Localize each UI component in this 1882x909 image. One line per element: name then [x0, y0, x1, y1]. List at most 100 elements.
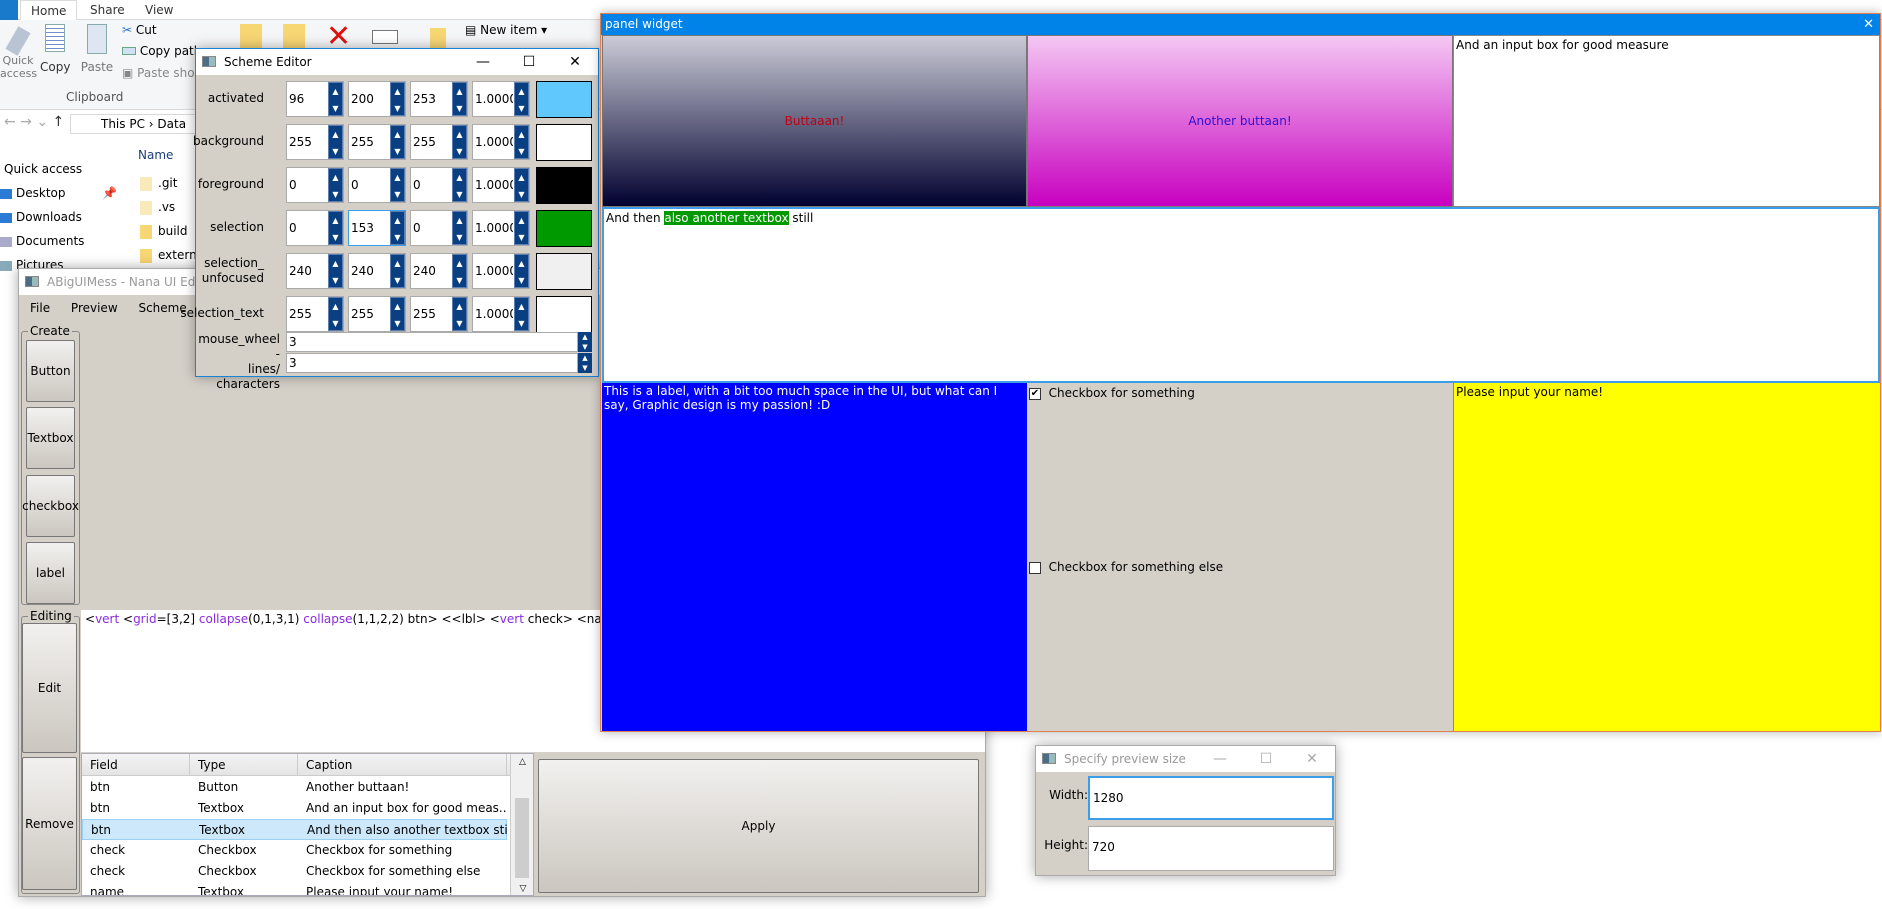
- close-icon[interactable]: ✕: [1863, 14, 1874, 35]
- spin-up-icon[interactable]: ▲: [391, 255, 404, 272]
- spinbox-a[interactable]: 1.000000▲▼: [472, 124, 530, 160]
- spinbox-g[interactable]: 153 ▲ ▼: [348, 210, 406, 246]
- spinbox-r[interactable]: 255 ▲ ▼: [286, 296, 344, 332]
- spin-down-icon[interactable]: ▼: [515, 186, 528, 203]
- spin-down-icon[interactable]: ▼: [391, 272, 404, 289]
- spinbox-b[interactable]: 255 ▲ ▼: [410, 296, 468, 332]
- spin-up-icon[interactable]: ▲: [329, 255, 342, 272]
- spin-arrows-icon[interactable]: ▲ ▼: [390, 82, 405, 116]
- spin-up-icon[interactable]: ▲: [515, 212, 528, 229]
- spin-down-icon[interactable]: ▼: [329, 100, 342, 117]
- spin-arrows-icon[interactable]: ▲ ▼: [390, 254, 405, 288]
- spin-down-icon[interactable]: ▼: [515, 229, 528, 246]
- spin-down-icon[interactable]: ▼: [515, 100, 528, 117]
- mouse-wheel-lines-spinbox[interactable]: 3 ▲ ▼: [286, 332, 592, 352]
- spin-arrows-icon[interactable]: ▲ ▼: [328, 211, 343, 245]
- spinbox-g[interactable]: 200 ▲ ▼: [348, 81, 406, 117]
- spin-arrows-icon[interactable]: ▲ ▼: [390, 125, 405, 159]
- create-label-button[interactable]: label: [26, 542, 75, 604]
- spin-down-icon[interactable]: ▼: [391, 186, 404, 203]
- spin-up-icon[interactable]: ▲: [515, 298, 528, 315]
- table-scrollbar[interactable]: △ ▽: [510, 754, 533, 895]
- spinbox-b[interactable]: 255 ▲ ▼: [410, 124, 468, 160]
- maximize-button[interactable]: ☐: [506, 49, 552, 75]
- paste-button[interactable]: Paste: [80, 24, 114, 74]
- spinbox-g[interactable]: 255 ▲ ▼: [348, 296, 406, 332]
- spin-down-icon[interactable]: ▼: [453, 315, 466, 332]
- close-button[interactable]: ✕: [552, 49, 598, 75]
- spin-arrows-icon[interactable]: ▲ ▼: [452, 82, 467, 116]
- spinbox-r[interactable]: 0 ▲ ▼: [286, 167, 344, 203]
- spin-arrows-icon[interactable]: ▲ ▼: [578, 332, 592, 352]
- another-buttaan-button[interactable]: Another buttaan!: [1027, 35, 1453, 207]
- spin-up-icon[interactable]: ▲: [329, 169, 342, 186]
- height-input[interactable]: 720: [1088, 826, 1334, 871]
- minimize-button[interactable]: —: [460, 49, 506, 75]
- spin-up-icon[interactable]: ▲: [453, 169, 466, 186]
- spinbox-a[interactable]: 1.000000▲▼: [472, 167, 530, 203]
- table-row[interactable]: name Textbox Please input your name!: [82, 882, 507, 895]
- spin-up-icon[interactable]: ▲: [453, 298, 466, 315]
- spin-down-icon[interactable]: ▼: [329, 186, 342, 203]
- spin-up-icon[interactable]: ▲: [453, 212, 466, 229]
- spin-down-icon[interactable]: ▼: [453, 272, 466, 289]
- table-row[interactable]: check Checkbox Checkbox for something else: [82, 861, 507, 882]
- input-box-good-measure[interactable]: And an input box for good measure: [1453, 35, 1880, 207]
- spinbox-a[interactable]: 1.000000▲▼: [472, 296, 530, 332]
- spin-arrows-icon[interactable]: ▲ ▼: [328, 125, 343, 159]
- column-header-caption[interactable]: Caption: [298, 754, 507, 776]
- table-row[interactable]: check Checkbox Checkbox for something: [82, 840, 507, 861]
- spin-arrows-icon[interactable]: ▲ ▼: [578, 353, 592, 373]
- spin-up-icon[interactable]: ▲: [453, 126, 466, 143]
- buttaaan-button[interactable]: Buttaaan!: [602, 35, 1027, 207]
- nav-item-documents[interactable]: Documents: [0, 234, 84, 248]
- nav-item-desktop[interactable]: Desktop 📌: [0, 186, 117, 200]
- file-item[interactable]: build: [140, 224, 188, 239]
- table-row[interactable]: btn Textbox And then also another textbox …: [82, 819, 508, 840]
- spin-up-icon[interactable]: ▲: [391, 212, 404, 229]
- spin-arrows-icon[interactable]: ▲ ▼: [390, 211, 405, 245]
- spin-arrows-icon[interactable]: ▲ ▼: [514, 125, 529, 159]
- pin-quick-access-button[interactable]: Quick access: [0, 26, 37, 80]
- spinbox-r[interactable]: 96 ▲ ▼: [286, 81, 344, 117]
- another-textbox[interactable]: And then also another textbox still: [602, 207, 1880, 383]
- checkbox-checked-icon[interactable]: ✔: [1029, 387, 1041, 400]
- spin-down-icon[interactable]: ▼: [515, 315, 528, 332]
- edit-button[interactable]: Edit: [22, 623, 77, 753]
- menu-file[interactable]: File: [30, 301, 50, 315]
- spin-arrows-icon[interactable]: ▲ ▼: [452, 254, 467, 288]
- spinbox-g[interactable]: 255 ▲ ▼: [348, 124, 406, 160]
- spin-arrows-icon[interactable]: ▲ ▼: [514, 254, 529, 288]
- spin-up-icon[interactable]: ▲: [391, 83, 404, 100]
- copy-path-button[interactable]: Copy path: [122, 44, 201, 58]
- spin-down-icon[interactable]: ▼: [515, 143, 528, 160]
- ribbon-tab-share[interactable]: Share: [80, 0, 135, 20]
- file-item[interactable]: .git: [140, 176, 177, 191]
- spin-arrows-icon[interactable]: ▲ ▼: [514, 168, 529, 202]
- spinbox-b[interactable]: 0 ▲ ▼: [410, 167, 468, 203]
- spin-arrows-icon[interactable]: ▲ ▼: [390, 297, 405, 331]
- spin-down-icon[interactable]: ▼: [391, 100, 404, 117]
- cut-button[interactable]: ✂ Cut: [122, 23, 157, 37]
- spinbox-a[interactable]: 1.000000▲▼: [472, 210, 530, 246]
- column-header-field[interactable]: Field: [82, 754, 190, 776]
- maximize-button[interactable]: ☐: [1243, 746, 1289, 772]
- file-menu-button[interactable]: [0, 0, 18, 20]
- ribbon-tab-view[interactable]: View: [135, 0, 183, 20]
- spin-down-icon[interactable]: ▼: [453, 229, 466, 246]
- spin-up-icon[interactable]: ▲: [515, 83, 528, 100]
- preview-size-titlebar[interactable]: Specify preview size — ☐ ✕: [1036, 746, 1335, 772]
- spin-arrows-icon[interactable]: ▲ ▼: [452, 211, 467, 245]
- scroll-up-icon[interactable]: △: [511, 754, 533, 770]
- close-button[interactable]: ✕: [1289, 746, 1335, 772]
- file-item[interactable]: .vs: [140, 200, 175, 215]
- apply-button[interactable]: Apply: [538, 759, 979, 893]
- spin-arrows-icon[interactable]: ▲ ▼: [328, 254, 343, 288]
- spin-down-icon[interactable]: ▼: [515, 272, 528, 289]
- spin-up-icon[interactable]: ▲: [515, 126, 528, 143]
- spin-down-icon[interactable]: ▼: [329, 229, 342, 246]
- panel-titlebar[interactable]: panel widget: [601, 14, 1880, 35]
- create-checkbox-button[interactable]: checkbox: [22, 475, 79, 537]
- spinbox-a[interactable]: 1.000000▲▼: [472, 81, 530, 117]
- column-header-type[interactable]: Type: [190, 754, 298, 776]
